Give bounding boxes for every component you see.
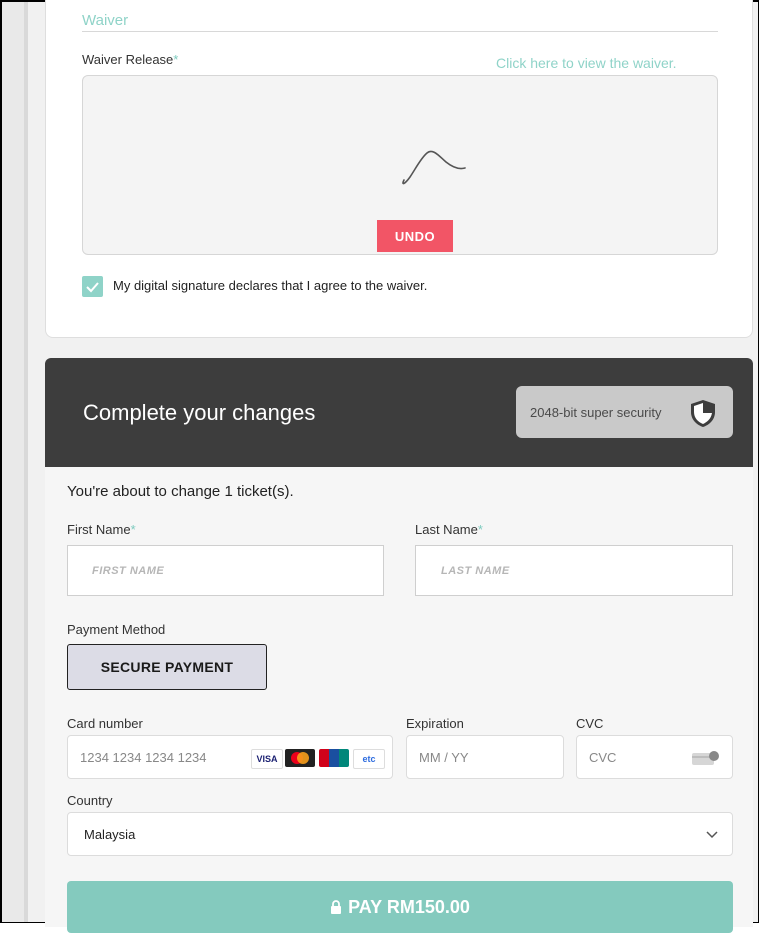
required-mark: * bbox=[130, 522, 136, 537]
unionpay-icon bbox=[319, 749, 349, 767]
shield-icon bbox=[691, 400, 715, 427]
checkout-title: Complete your changes bbox=[83, 400, 316, 425]
tickets-summary: You're about to change 1 ticket(s). bbox=[67, 483, 294, 500]
cvc-card-icon bbox=[692, 751, 719, 765]
mastercard-circles bbox=[291, 752, 309, 764]
expiration-input[interactable]: MM / YY bbox=[406, 735, 564, 779]
card-number-placeholder: 1234 1234 1234 1234 bbox=[80, 750, 207, 765]
chevron-down-icon bbox=[706, 831, 718, 839]
lock-icon bbox=[331, 900, 342, 914]
first-name-label-text: First Name bbox=[67, 522, 131, 537]
pay-label: PAY RM150.00 bbox=[348, 897, 470, 917]
pay-button-content: PAY RM150.00 bbox=[67, 897, 733, 918]
country-label: Country bbox=[67, 793, 113, 808]
mastercard-icon bbox=[285, 749, 315, 767]
last-name-input[interactable]: LAST NAME bbox=[415, 545, 733, 596]
first-name-input[interactable]: FIRST NAME bbox=[67, 545, 384, 596]
security-badge-text: 2048-bit super security bbox=[530, 405, 662, 420]
checkmark-icon bbox=[86, 282, 99, 293]
checkout-form bbox=[45, 467, 753, 927]
last-name-placeholder: LAST NAME bbox=[441, 565, 510, 577]
cvc-input[interactable]: CVC bbox=[576, 735, 733, 779]
visa-icon: VISA bbox=[251, 749, 283, 769]
left-rail bbox=[24, 2, 28, 922]
pay-button[interactable]: PAY RM150.00 bbox=[67, 881, 733, 933]
undo-button[interactable]: UNDO bbox=[377, 220, 453, 252]
first-name-placeholder: FIRST NAME bbox=[92, 565, 165, 577]
expiration-label: Expiration bbox=[406, 716, 464, 731]
required-mark: * bbox=[477, 522, 483, 537]
agree-label: My digital signature declares that I agr… bbox=[113, 278, 428, 293]
view-waiver-link[interactable]: Click here to view the waiver. bbox=[496, 55, 677, 71]
more-cards-icon: etc bbox=[353, 749, 385, 769]
last-name-label-text: Last Name bbox=[415, 522, 478, 537]
card-number-input[interactable]: 1234 1234 1234 1234 VISA etc bbox=[67, 735, 393, 779]
last-name-label: Last Name* bbox=[415, 522, 483, 537]
payment-method-label: Payment Method bbox=[67, 622, 166, 637]
divider bbox=[82, 31, 718, 32]
country-select[interactable]: Malaysia bbox=[67, 812, 733, 856]
first-name-label: First Name* bbox=[67, 522, 136, 537]
cvc-label: CVC bbox=[576, 716, 604, 731]
left-strip bbox=[2, 2, 24, 922]
card-number-label: Card number bbox=[67, 716, 143, 731]
required-mark: * bbox=[173, 52, 179, 67]
cvc-placeholder: CVC bbox=[589, 750, 617, 765]
waiver-release-text: Waiver Release bbox=[82, 52, 174, 67]
country-value: Malaysia bbox=[84, 827, 136, 842]
waiver-section-title: Waiver bbox=[82, 12, 129, 29]
agree-checkbox[interactable] bbox=[82, 276, 103, 297]
waiver-release-label: Waiver Release* bbox=[82, 52, 178, 67]
secure-payment-button[interactable]: SECURE PAYMENT bbox=[67, 644, 267, 690]
expiration-placeholder: MM / YY bbox=[419, 750, 469, 765]
